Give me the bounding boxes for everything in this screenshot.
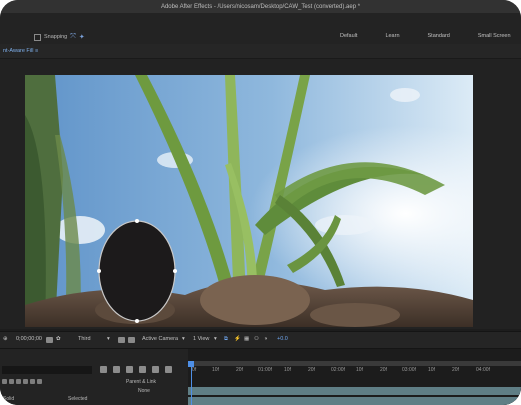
mask-ellipse[interactable] xyxy=(98,220,176,322)
timeline-tools xyxy=(100,366,172,373)
snapping-control[interactable]: Snapping ⤧ ✦ xyxy=(34,33,85,41)
viewer-controls: ⊕ 0;00;00;00 ✿ Third ▾ Active Camera ▾ 1… xyxy=(0,331,521,349)
video-toggle-icon[interactable] xyxy=(2,379,7,384)
ruler-label: 20f xyxy=(380,367,387,373)
layer-outline: Parent & Link None Solid Selected xyxy=(0,349,188,405)
frame-blending-icon[interactable] xyxy=(139,366,146,373)
grid-icon[interactable]: ▦ xyxy=(244,336,249,342)
resolution-dropdown[interactable]: Third xyxy=(78,336,91,342)
mask-vertex-bottom[interactable] xyxy=(135,319,139,323)
ruler-label: 01:00f xyxy=(258,367,272,373)
fast-previews-icon[interactable]: ⚡ xyxy=(234,336,241,342)
transparency-grid-icon[interactable] xyxy=(128,337,135,343)
ruler-label: 04:00f xyxy=(476,367,490,373)
timecode-display[interactable]: 0;00;00;00 xyxy=(16,336,42,342)
toggle-pixel-aspect-icon[interactable]: ⧉ xyxy=(224,336,228,343)
layer-track-bar[interactable] xyxy=(188,397,521,405)
layer-number-icon xyxy=(37,379,42,384)
magnify-icon[interactable]: ⊕ xyxy=(3,336,8,342)
plant-footage-image xyxy=(25,75,473,327)
parent-link-header: Parent & Link xyxy=(126,379,157,385)
layer-search-input[interactable] xyxy=(2,366,92,374)
snap-target-icon[interactable]: ✦ xyxy=(79,33,85,41)
footage-frame xyxy=(25,75,473,327)
ruler-label: 10f xyxy=(356,367,363,373)
ruler-label: 0f xyxy=(192,367,197,373)
flowchart-icon[interactable]: ⚇ xyxy=(254,336,259,342)
draft-3d-icon[interactable] xyxy=(113,366,120,373)
ruler-label: 20f xyxy=(236,367,243,373)
workspace-switcher: Default Learn Standard Small Screen Li xyxy=(340,33,521,43)
snapping-checkbox[interactable] xyxy=(34,33,41,41)
lock-toggle-icon[interactable] xyxy=(23,379,28,384)
shy-layers-icon[interactable] xyxy=(126,366,133,373)
view-layout-dropdown[interactable]: 1 View xyxy=(193,336,209,342)
region-of-interest-icon[interactable] xyxy=(118,337,125,343)
workspace-default[interactable]: Default xyxy=(340,33,357,43)
layer-switch-label: Selected xyxy=(68,396,88,402)
chevron-down-icon[interactable]: ▾ xyxy=(107,336,110,342)
workspace-learn[interactable]: Learn xyxy=(385,33,399,43)
parent-dropdown[interactable]: None xyxy=(138,388,150,394)
ruler-label: 10f xyxy=(284,367,291,373)
ruler-label: 10f xyxy=(428,367,435,373)
ruler-label: 20f xyxy=(452,367,459,373)
ruler-label: 02:00f xyxy=(331,367,345,373)
exposure-value[interactable]: +0.0 xyxy=(277,336,288,342)
layer-switch-icons xyxy=(2,379,42,384)
composition-viewer[interactable] xyxy=(0,59,521,329)
mask-vertex-left[interactable] xyxy=(97,269,101,273)
playhead-line[interactable] xyxy=(191,361,192,405)
chevron-down-icon[interactable]: ▾ xyxy=(182,336,185,342)
workspace-standard[interactable]: Standard xyxy=(428,33,450,43)
motion-blur-icon[interactable] xyxy=(152,366,159,373)
audio-toggle-icon[interactable] xyxy=(9,379,14,384)
snap-icon[interactable]: ⤧ xyxy=(70,33,76,41)
mask-vertex-top[interactable] xyxy=(135,219,139,223)
layer-name[interactable]: Solid xyxy=(3,396,14,402)
time-ruler[interactable]: 0f 10f 20f 01:00f 10f 20f 02:00f 10f 20f… xyxy=(188,367,521,377)
camera-dropdown[interactable]: Active Camera xyxy=(142,336,178,342)
window-title: Adobe After Effects - /Users/nicosam/Des… xyxy=(160,3,361,10)
timeline-graph[interactable]: 0f 10f 20f 01:00f 10f 20f 02:00f 10f 20f… xyxy=(188,349,521,405)
ruler-label: 20f xyxy=(308,367,315,373)
app-window: Adobe After Effects - /Users/nicosam/Des… xyxy=(0,0,521,405)
comp-flowchart-icon[interactable] xyxy=(100,366,107,373)
ruler-label: 03:00f xyxy=(402,367,416,373)
content-aware-fill-tab[interactable]: nt-Aware Fill ≡ xyxy=(0,44,521,59)
ruler-label: 10f xyxy=(212,367,219,373)
reset-exposure-icon[interactable]: ◑ xyxy=(264,336,267,342)
timeline-panel: Parent & Link None Solid Selected 0f 10f… xyxy=(0,349,521,405)
tools-panel: Snapping ⤧ ✦ Default Learn Standard Smal… xyxy=(0,13,521,45)
label-color-icon[interactable] xyxy=(30,379,35,384)
work-area-bar[interactable] xyxy=(188,361,521,366)
solo-toggle-icon[interactable] xyxy=(16,379,21,384)
workspace-small-screen[interactable]: Small Screen xyxy=(478,33,511,43)
panel-tab-label: nt-Aware Fill ≡ xyxy=(3,48,39,54)
graph-editor-icon[interactable] xyxy=(165,366,172,373)
layer-track-bar[interactable] xyxy=(188,387,521,395)
snapping-label: Snapping xyxy=(44,34,68,40)
chevron-down-icon[interactable]: ▾ xyxy=(214,336,217,342)
mask-vertex-right[interactable] xyxy=(173,269,177,273)
camera-snapshot-icon[interactable] xyxy=(46,337,53,343)
show-channel-icon[interactable]: ✿ xyxy=(56,336,61,342)
title-bar: Adobe After Effects - /Users/nicosam/Des… xyxy=(0,0,521,13)
